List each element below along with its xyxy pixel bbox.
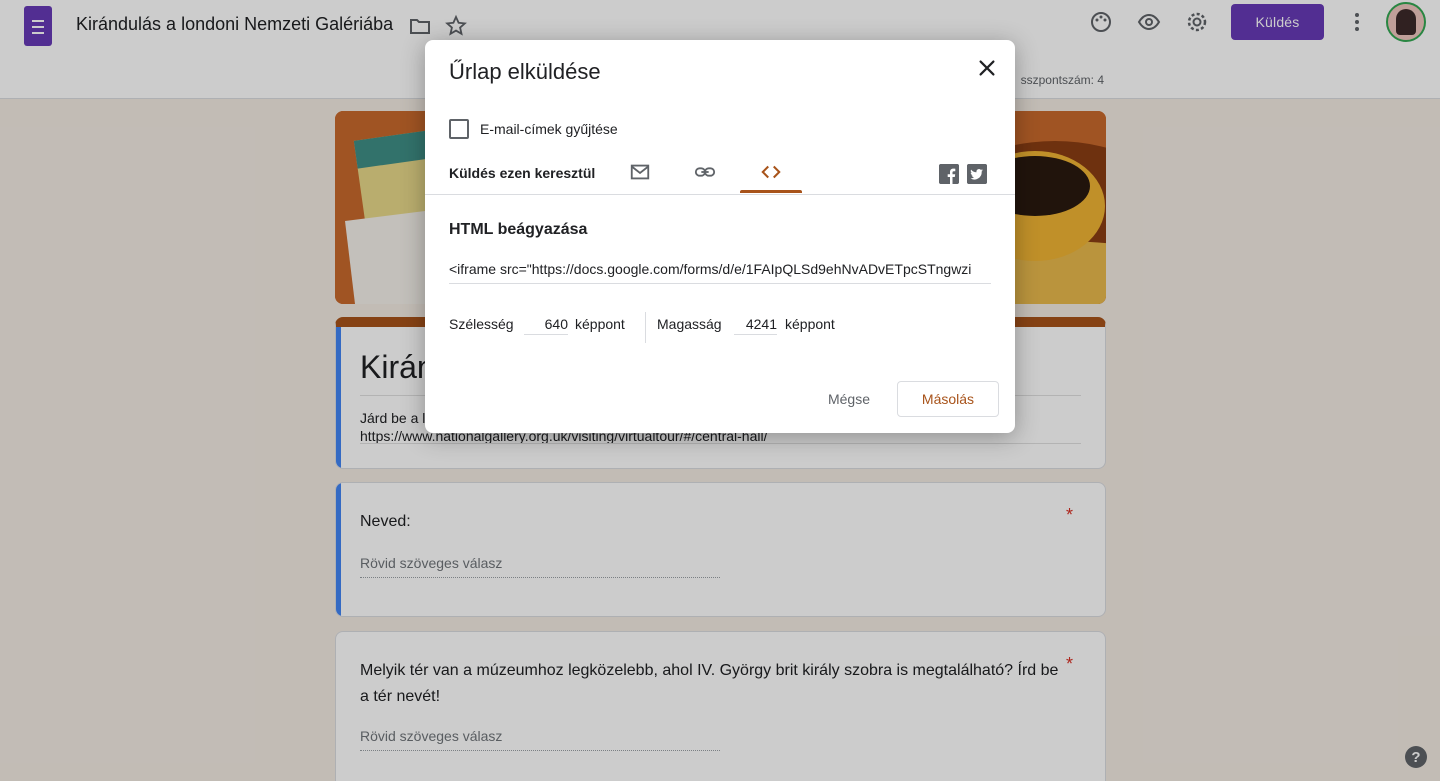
dialog-title: Űrlap elküldése <box>449 59 601 84</box>
cancel-button[interactable]: Mégse <box>813 381 885 417</box>
active-tab-indicator <box>740 190 802 193</box>
collect-emails-label: E-mail-címek gyűjtése <box>480 121 618 137</box>
tab-link[interactable] <box>690 161 720 195</box>
link-icon <box>694 167 716 177</box>
height-input[interactable]: 4241 <box>734 316 777 335</box>
copy-button[interactable]: Másolás <box>897 381 999 417</box>
facebook-icon[interactable] <box>939 164 959 184</box>
height-unit-label: képpont <box>785 316 835 332</box>
embed-html-heading: HTML beágyazása <box>449 221 588 238</box>
width-label: Szélesség <box>449 316 514 332</box>
close-icon[interactable] <box>976 57 998 79</box>
twitter-icon[interactable] <box>967 164 987 184</box>
height-label: Magasság <box>657 316 722 332</box>
embed-code-field[interactable]: <iframe src="https://docs.google.com/for… <box>449 261 991 284</box>
tabs-divider <box>425 194 1015 195</box>
send-via-label: Küldés ezen keresztül <box>449 165 596 181</box>
embed-icon <box>761 165 781 179</box>
send-form-dialog: Űrlap elküldése E-mail-címek gyűjtése Kü… <box>425 40 1015 433</box>
width-input[interactable]: 640 <box>524 316 568 335</box>
email-icon <box>630 164 650 180</box>
collect-emails-checkbox[interactable] <box>449 119 469 139</box>
tab-email[interactable] <box>625 161 655 195</box>
dimension-separator <box>645 312 646 343</box>
collect-emails-option[interactable]: E-mail-címek gyűjtése <box>449 118 618 140</box>
width-unit-label: képpont <box>575 316 625 332</box>
